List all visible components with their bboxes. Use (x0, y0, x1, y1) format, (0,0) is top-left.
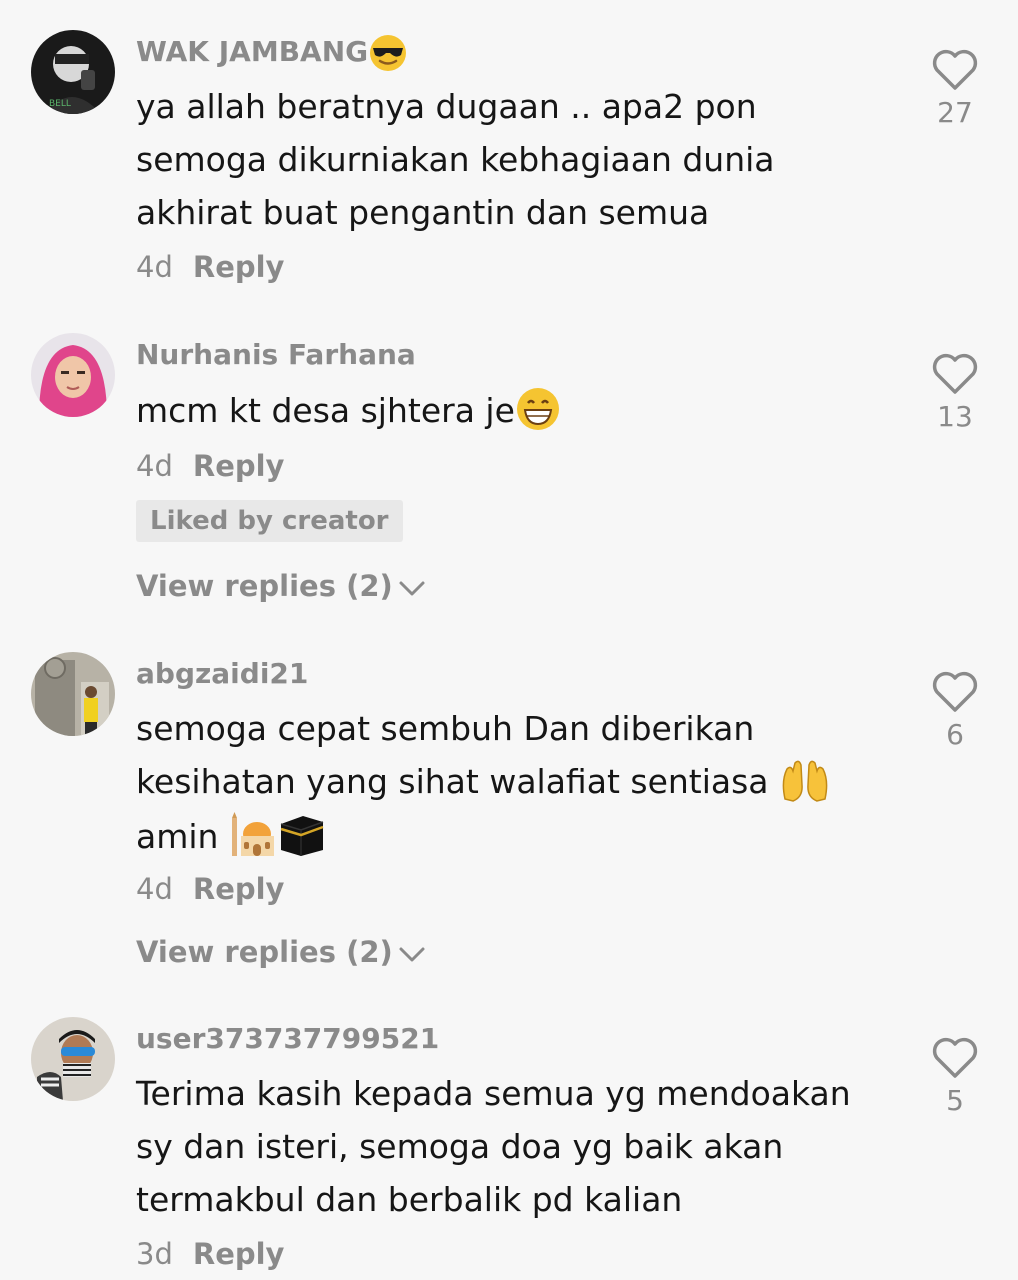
comment-meta: 4d Reply (136, 872, 284, 906)
like-button[interactable]: 27 (922, 48, 988, 129)
chevron-down-icon (399, 581, 425, 596)
grinning-emoji-icon (515, 386, 561, 439)
comment-text: mcm kt desa sjhtera je (136, 384, 876, 439)
comment-meta: 4d Reply (136, 449, 284, 483)
raising-hands-emoji-icon (779, 757, 831, 810)
comment-text: ya allah beratnya dugaan .. apa2 pon sem… (136, 87, 775, 232)
username-text[interactable]: WAK JAMBANG (136, 35, 368, 68)
comment-text: Terima kasih kepada semua yg mendoakan s… (136, 1074, 851, 1219)
comment-time: 3d (136, 1237, 173, 1271)
reply-button[interactable]: Reply (193, 1237, 285, 1271)
like-count: 27 (937, 96, 973, 129)
view-replies-button[interactable]: View replies (2) (136, 569, 427, 603)
svg-text:BELL: BELL (49, 99, 71, 109)
like-count: 13 (937, 400, 973, 433)
comment-text-line: semoga cepat sembuh Dan diberikan (136, 709, 755, 748)
like-button[interactable]: 6 (922, 670, 988, 751)
liked-by-creator-badge: Liked by creator (136, 500, 403, 542)
comment-text: semoga cepat sembuh Dan diberikan kesiha… (136, 702, 896, 865)
avatar[interactable] (31, 333, 115, 417)
view-replies-label: View replies (2) (136, 935, 393, 969)
view-replies-button[interactable]: View replies (2) (136, 935, 427, 969)
comment-text-line: amin (136, 810, 896, 865)
comment-username[interactable]: abgzaidi21 (136, 657, 308, 690)
comment-time: 4d (136, 250, 173, 284)
comment-text-line: kesihatan yang sihat walafiat sentiasa (136, 755, 896, 810)
comment-username[interactable]: Nurhanis Farhana (136, 338, 416, 371)
avatar[interactable] (31, 652, 115, 736)
comment-meta: 3d Reply (136, 1237, 284, 1271)
view-replies-label: View replies (2) (136, 569, 393, 603)
comment-username[interactable]: user373737799521 (136, 1022, 439, 1055)
heart-outline-icon (932, 49, 978, 90)
comment-username[interactable]: WAK JAMBANG (136, 33, 408, 73)
like-button[interactable]: 13 (922, 352, 988, 433)
chevron-down-icon (399, 947, 425, 962)
comment-time: 4d (136, 872, 173, 906)
sunglasses-emoji-icon (368, 33, 408, 73)
heart-outline-icon (932, 671, 978, 712)
comment-text-content: amin (136, 817, 219, 856)
comment-time: 4d (136, 449, 173, 483)
like-button[interactable]: 5 (922, 1036, 988, 1117)
comment-text-content: kesihatan yang sihat walafiat sentiasa (136, 762, 769, 801)
reply-button[interactable]: Reply (193, 250, 285, 284)
reply-button[interactable]: Reply (193, 872, 285, 906)
avatar[interactable] (31, 1017, 115, 1101)
reply-button[interactable]: Reply (193, 449, 285, 483)
like-count: 5 (946, 1084, 964, 1117)
avatar[interactable]: BELL (31, 30, 115, 114)
comment-text-content: mcm kt desa sjhtera je (136, 391, 515, 430)
like-count: 6 (946, 718, 964, 751)
comment-meta: 4d Reply (136, 250, 284, 284)
heart-outline-icon (932, 1037, 978, 1078)
heart-outline-icon (932, 353, 978, 394)
mosque-emoji-icon (229, 812, 277, 865)
kaaba-emoji-icon (277, 812, 327, 865)
